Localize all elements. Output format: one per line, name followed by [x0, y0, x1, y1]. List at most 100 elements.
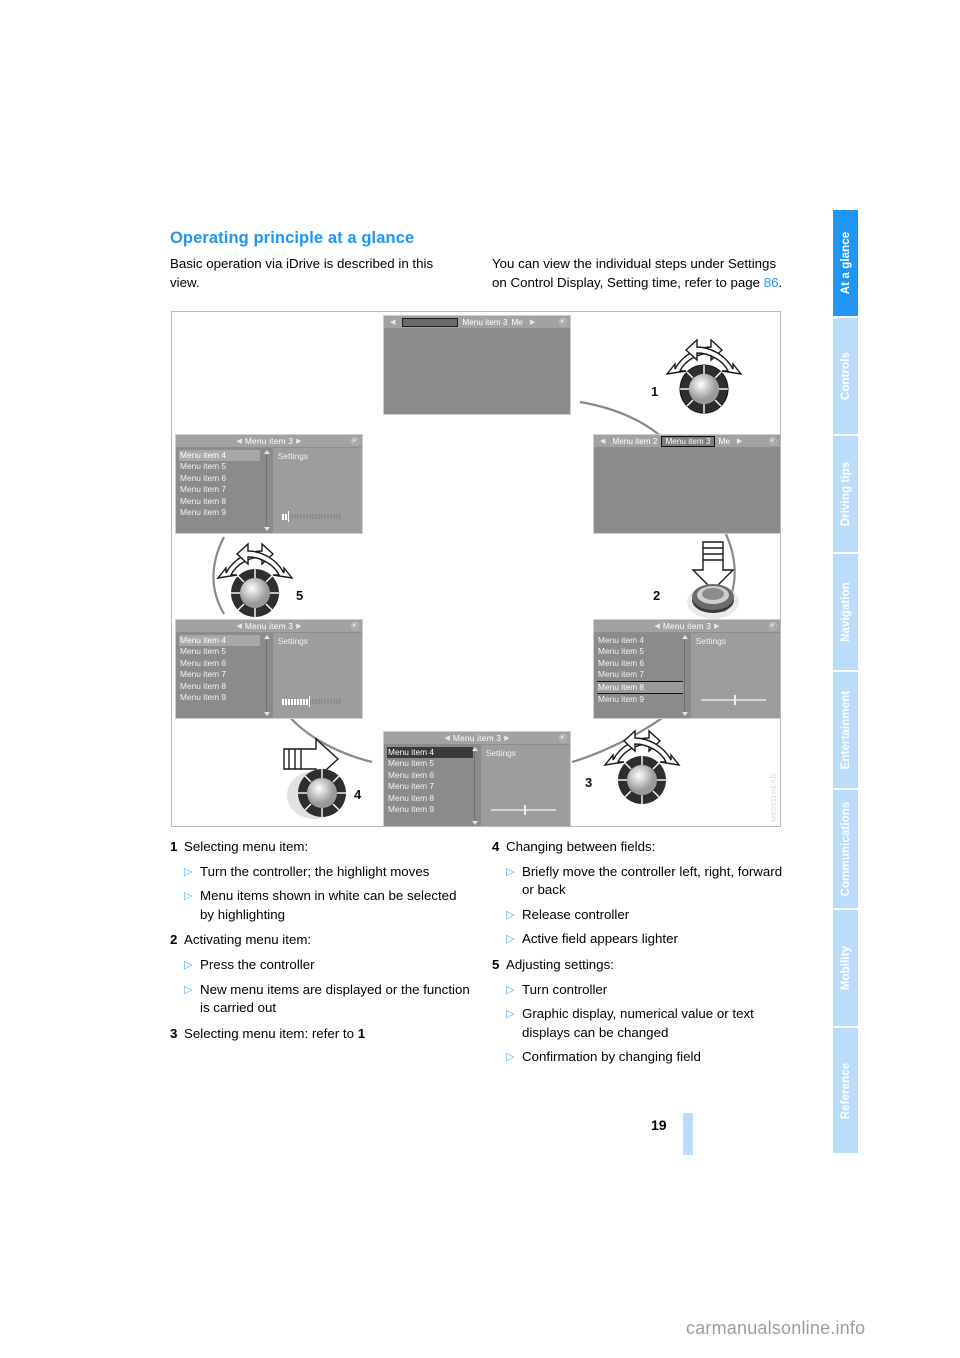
- step-item: 1 Selecting menu item:: [170, 838, 470, 857]
- screen-body: Menu item 4 Menu item 5 Menu item 6 Menu…: [176, 633, 362, 718]
- list-item[interactable]: Menu item 5: [387, 758, 481, 769]
- chevron-right-icon[interactable]: ▶: [293, 622, 304, 630]
- sidebar-tab-communications[interactable]: Communications: [833, 790, 858, 910]
- scrollbar[interactable]: [681, 635, 688, 716]
- slider-knob[interactable]: [523, 804, 526, 815]
- scrollbar[interactable]: [263, 450, 270, 531]
- chevron-left-icon[interactable]: ◀: [597, 437, 608, 445]
- list-item[interactable]: Menu item 7: [597, 669, 691, 680]
- list-item[interactable]: Menu item 6: [387, 770, 481, 781]
- list-item[interactable]: Menu item 5: [179, 461, 273, 472]
- list-item[interactable]: Menu item 8: [387, 793, 481, 804]
- chevron-right-icon[interactable]: ▶: [293, 437, 304, 445]
- sidebar-tab-mobility[interactable]: Mobility: [833, 910, 858, 1028]
- triangle-bullet-icon: ▷: [506, 1008, 515, 1021]
- scrollbar[interactable]: [263, 635, 270, 716]
- chevron-right-icon[interactable]: ▶: [501, 734, 512, 742]
- scroll-down-icon[interactable]: [471, 821, 478, 825]
- page-reference-link[interactable]: 86: [764, 275, 779, 290]
- settings-slider[interactable]: [701, 695, 766, 705]
- list-item[interactable]: Menu item 7: [179, 669, 273, 680]
- scroll-up-icon[interactable]: [471, 747, 478, 751]
- triangle-bullet-icon: ▷: [506, 983, 515, 996]
- chevron-left-icon[interactable]: ◀: [651, 622, 662, 630]
- settings-slider[interactable]: [491, 804, 556, 815]
- chevron-left-icon[interactable]: ◀: [233, 437, 244, 445]
- list-item[interactable]: Menu item 8: [179, 681, 273, 692]
- gauge-segment: [302, 514, 305, 520]
- screen-tab-label-2[interactable]: Me: [719, 437, 730, 446]
- screen-tab-label-0[interactable]: Menu item 2: [612, 437, 657, 446]
- gauge-segment: [323, 514, 326, 520]
- controller-knob-3: 3: [585, 727, 687, 809]
- screen-tab-selected-empty[interactable]: [402, 317, 459, 327]
- bullet-text: Briefly move the controller left, right,…: [522, 863, 783, 898]
- chevron-left-icon[interactable]: ◀: [233, 622, 244, 630]
- sidebar-tab-navigation[interactable]: Navigation: [833, 554, 858, 672]
- settings-bar-gauge[interactable]: [281, 511, 348, 523]
- screen-tab-selected[interactable]: Menu item 3: [661, 435, 715, 447]
- knob-press-icon: [687, 541, 739, 619]
- gauge-segment: [317, 699, 320, 705]
- settings-panel: Settings: [690, 633, 780, 718]
- list-item[interactable]: Menu item 7: [387, 781, 481, 792]
- step-bullet: ▷ Graphic display, numerical value or te…: [492, 1005, 792, 1042]
- sidebar-tab-controls[interactable]: Controls: [833, 318, 858, 436]
- sidebar-tab-driving-tips[interactable]: Driving tips: [833, 436, 858, 554]
- list-item[interactable]: Menu item 5: [179, 646, 273, 657]
- gauge-segment: [293, 514, 296, 520]
- scroll-up-icon[interactable]: [681, 635, 688, 639]
- list-item-selected[interactable]: Menu item 4: [179, 450, 260, 462]
- list-item[interactable]: Menu item 6: [179, 658, 273, 669]
- list-item[interactable]: Menu item 8: [179, 496, 273, 507]
- list-item[interactable]: Menu item 9: [179, 692, 273, 703]
- chevron-right-icon[interactable]: ▶: [734, 437, 745, 445]
- list-item[interactable]: Menu item 9: [597, 694, 691, 705]
- list-item[interactable]: Menu item 6: [179, 473, 273, 484]
- scroll-down-icon[interactable]: [263, 527, 270, 531]
- list-item[interactable]: Menu item 4: [597, 635, 691, 646]
- triangle-bullet-icon: ▷: [184, 865, 193, 878]
- gauge-needle: [287, 511, 290, 523]
- knob-number-label: 4: [354, 787, 362, 802]
- knob-turn-icon: [665, 338, 743, 414]
- knob-number-label: 2: [653, 588, 661, 603]
- scroll-up-icon[interactable]: [263, 450, 270, 454]
- sidebar-tab-label: Driving tips: [839, 461, 852, 527]
- settings-bar-gauge[interactable]: [281, 696, 348, 708]
- step-bullet: ▷ Press the controller: [170, 956, 470, 975]
- list-item[interactable]: Menu item 9: [387, 804, 481, 815]
- settings-panel-label: Settings: [277, 451, 308, 461]
- list-item[interactable]: Menu item 7: [179, 484, 273, 495]
- gauge-segment: [281, 513, 284, 520]
- clock-icon: [351, 437, 359, 445]
- step-bullet: ▷ Turn the controller; the highlight mov…: [170, 863, 470, 882]
- chevron-right-icon[interactable]: ▶: [711, 622, 722, 630]
- list-item[interactable]: Menu item 9: [179, 507, 273, 518]
- scroll-down-icon[interactable]: [681, 712, 688, 716]
- page-title: Operating principle at a glance: [170, 229, 415, 247]
- sidebar-tab-at-a-glance[interactable]: At a glance: [833, 210, 858, 318]
- scrollbar[interactable]: [471, 747, 478, 825]
- list-item-selected[interactable]: Menu item 4: [179, 635, 260, 647]
- scroll-down-icon[interactable]: [263, 712, 270, 716]
- list-item-selected[interactable]: Menu item 4: [387, 747, 474, 759]
- chevron-right-icon[interactable]: ▶: [527, 318, 538, 326]
- chevron-left-icon[interactable]: ◀: [387, 318, 398, 326]
- section-tabs-sidebar: At a glance Controls Driving tips Naviga…: [833, 210, 858, 1155]
- screen-tab-label-2[interactable]: Me: [511, 318, 522, 327]
- screen-tab-strip: ◀ Menu item 3 Me ▶: [384, 317, 570, 327]
- list-item[interactable]: Menu item 5: [597, 646, 691, 657]
- gauge-segment: [314, 699, 317, 705]
- chevron-left-icon[interactable]: ◀: [441, 734, 452, 742]
- list-item-selected[interactable]: Menu item 8: [597, 680, 684, 695]
- scroll-up-icon[interactable]: [263, 635, 270, 639]
- slider-knob[interactable]: [733, 695, 736, 705]
- sidebar-tab-entertainment[interactable]: Entertainment: [833, 672, 858, 790]
- bullet-text: Press the controller: [200, 956, 315, 972]
- screen-tab-label-1[interactable]: Menu item 3: [462, 318, 507, 327]
- list-item[interactable]: Menu item 6: [597, 658, 691, 669]
- step-number: 2: [170, 932, 178, 948]
- triangle-bullet-icon: ▷: [184, 890, 193, 903]
- sidebar-tab-reference[interactable]: Reference: [833, 1028, 858, 1153]
